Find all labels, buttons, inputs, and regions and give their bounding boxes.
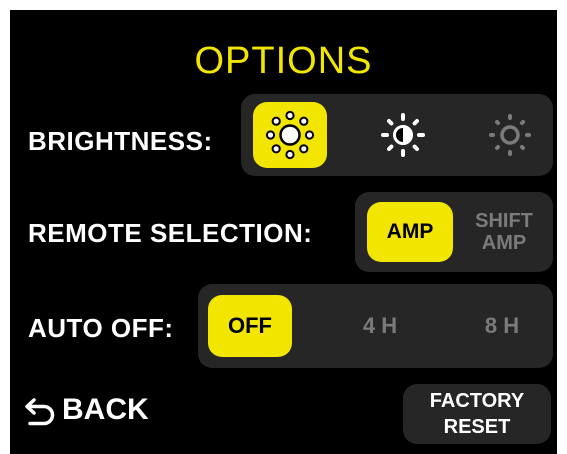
brightness-low-button[interactable] [473,102,547,168]
brightness-high-button[interactable] [253,102,327,168]
brightness-medium-button[interactable] [366,102,440,168]
page-title: OPTIONS [194,40,373,82]
auto-off-8h-button[interactable]: 8 H [460,295,544,357]
remote-shift-amp-button[interactable]: SHIFT AMP [461,202,547,262]
options-screen: OPTIONS BRIGHTNESS: REMOTE SELECTION: AM… [10,10,557,454]
back-arrow-icon [25,398,55,426]
brightness-label: BRIGHTNESS: [28,126,213,156]
remote-selection-selector: AMP SHIFT AMP [355,192,553,272]
sun-high-icon [265,110,315,160]
back-button[interactable]: BACK [24,388,149,432]
remote-amp-button[interactable]: AMP [367,202,453,262]
auto-off-off-button[interactable]: OFF [208,295,292,357]
sun-low-icon [489,114,531,156]
auto-off-selector: OFF 4 H 8 H [198,284,553,368]
back-label: BACK [62,393,149,426]
factory-reset-button[interactable]: FACTORY RESET [403,384,551,444]
remote-selection-label: REMOTE SELECTION: [28,218,313,248]
sun-medium-icon [381,113,425,157]
brightness-selector [241,94,553,176]
auto-off-label: AUTO OFF: [28,313,174,343]
auto-off-4h-button[interactable]: 4 H [338,295,422,357]
